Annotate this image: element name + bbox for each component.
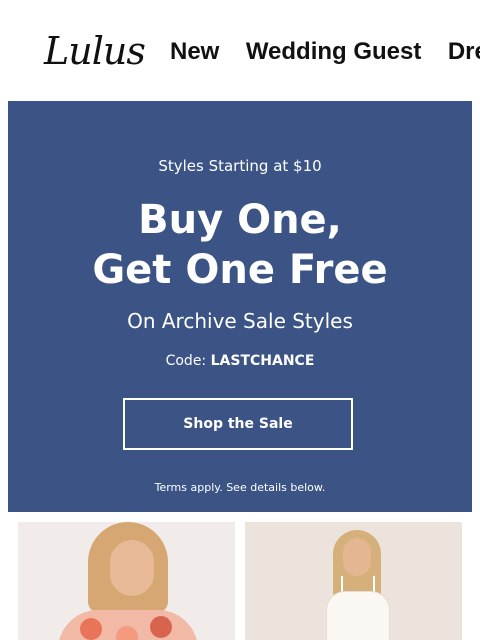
site-header: Lulus New Wedding Guest Dresses	[0, 0, 480, 100]
lulus-logo[interactable]: Lulus	[44, 26, 146, 76]
promo-headline-line-2: Get One Free	[92, 247, 388, 293]
white-dress	[327, 592, 389, 640]
model-face	[343, 538, 371, 576]
promo-subhead: On Archive Sale Styles	[127, 309, 353, 333]
nav-item-wedding-guest[interactable]: Wedding Guest	[246, 38, 422, 66]
model-face	[110, 540, 154, 596]
flower-print	[150, 616, 172, 638]
promo-headline: Buy One, Get One Free	[8, 195, 472, 295]
main-nav: New Wedding Guest Dresses	[170, 38, 480, 66]
nav-item-dresses[interactable]: Dresses	[448, 38, 480, 66]
flower-print	[80, 618, 102, 640]
terms-note: Terms apply. See details below.	[154, 481, 326, 494]
shop-the-sale-button[interactable]: Shop the Sale	[123, 398, 353, 450]
promo-headline-line-1: Buy One,	[138, 197, 342, 243]
promo-eyebrow: Styles Starting at $10	[158, 157, 322, 175]
promo-banner[interactable]: Styles Starting at $10 Buy One, Get One …	[8, 101, 472, 512]
nav-item-new[interactable]: New	[170, 38, 219, 66]
promo-code-value: LASTCHANCE	[210, 353, 315, 369]
product-image-white-dress[interactable]	[245, 522, 462, 640]
promo-code-label: Code:	[165, 353, 207, 369]
promo-code: Code: LASTCHANCE	[8, 353, 472, 369]
product-image-floral-dress[interactable]	[18, 522, 235, 640]
